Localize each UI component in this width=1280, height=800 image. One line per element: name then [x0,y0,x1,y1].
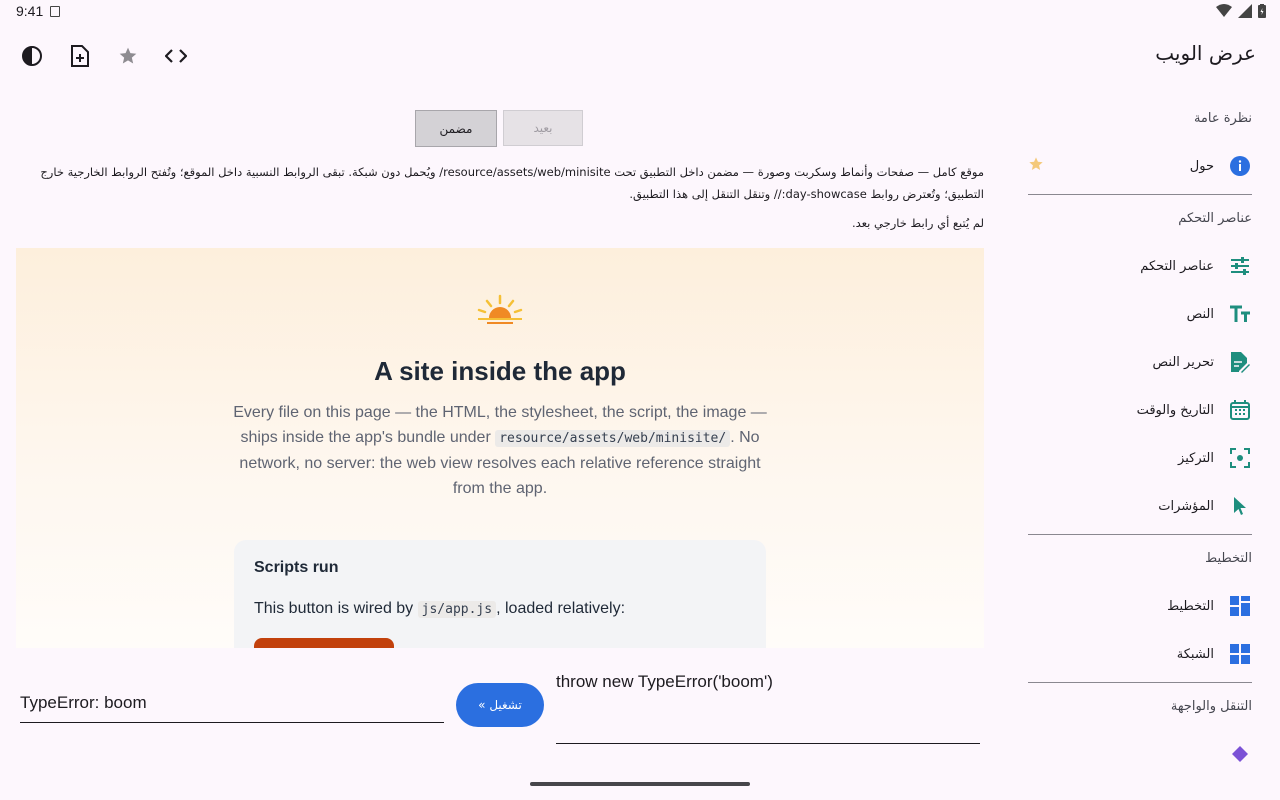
code-value: throw new TypeError('boom') [556,672,773,691]
asset-path-code: resource/assets/web/minisite/ [495,430,731,447]
sidebar-item-grid[interactable]: الشبكة [1028,630,1252,678]
divider [1028,682,1252,683]
sidebar-item-label: تحرير النص [1152,354,1214,370]
sidebar-item-label: التخطيط [1167,598,1214,614]
status-bar: 9:41 [0,0,1280,24]
sidebar-item-label: التركيز [1178,450,1214,466]
status-time: 9:41 [16,3,44,19]
sidebar-item-label: الشبكة [1176,646,1214,662]
card-text-start: This button is wired by [254,600,414,617]
sidebar-item-about[interactable]: حول [1028,142,1252,190]
diamond-icon [1228,742,1252,766]
web-view[interactable]: A site inside the app Every file on this… [16,248,984,648]
web-script-button[interactable] [254,638,394,648]
output-value: TypeError: boom [20,693,147,712]
sidebar-item-text-editing[interactable]: تحرير النص [1028,338,1252,386]
sidebar-item-label: المؤشرات [1158,498,1214,514]
sidebar-item-pointers[interactable]: المؤشرات [1028,482,1252,530]
section-title-overview: نظرة عامة [1193,111,1252,126]
gesture-handle[interactable] [530,782,750,786]
section-title-controls: عناصر التحكم [1178,211,1252,226]
cell-signal-icon [1238,4,1252,18]
web-lead-paragraph: Every file on this page — the HTML, the … [225,400,775,501]
sidebar-item-focus[interactable]: التركيز [1028,434,1252,482]
sidebar-item-label: حول [1189,158,1214,174]
sliders-icon [1228,254,1252,278]
theme-toggle-icon[interactable] [20,44,44,68]
pointer-icon [1228,494,1252,518]
embedded-button[interactable]: مضمن [415,110,497,147]
text-size-icon [1228,302,1252,326]
sidebar-item-navigation[interactable] [1028,730,1252,776]
sidebar-item-label: عناصر التحكم [1140,258,1214,274]
focus-icon [1228,446,1252,470]
divider [1028,534,1252,535]
favorite-star-icon[interactable] [1028,156,1044,176]
wifi-icon [1216,4,1232,17]
new-document-icon[interactable] [68,44,92,68]
run-button[interactable]: تشغيل » [456,683,544,727]
description-text: موقع كامل — صفحات وأنماط وسكربت وصورة — … [40,165,984,201]
star-icon[interactable] [116,44,140,68]
sidebar-item-label: النص [1186,306,1214,322]
card-title: Scripts run [254,559,339,576]
navigation-drawer: نظرة عامة حول عناصر التحكم عناصر التحكم … [1028,96,1252,776]
card-text-end: , loaded relatively: [496,600,626,617]
script-path-code: js/app.js [417,601,497,618]
sidebar-item-label: التاريخ والوقت [1136,402,1214,418]
code-icon[interactable] [164,44,188,68]
divider [1028,194,1252,195]
sim-icon [50,6,60,17]
page-title: عرض الويب [1155,41,1256,65]
section-title-layout: التخطيط [1205,551,1252,566]
sidebar-item-text[interactable]: النص [1028,290,1252,338]
edit-document-icon [1228,350,1252,374]
grid-icon [1228,642,1252,666]
top-app-bar: عرض الويب [0,32,1280,80]
sidebar-item-layout[interactable]: التخطيط [1028,582,1252,630]
layout-icon [1228,594,1252,618]
info-icon [1228,154,1252,178]
status-icons [1216,4,1266,18]
code-input[interactable]: throw new TypeError('boom') [556,664,980,744]
scripts-card: Scripts run This button is wired by js/a… [234,540,766,648]
section-title-navigation: التنقل والواجهة [1170,699,1252,714]
web-heading: A site inside the app [374,356,626,386]
sidebar-item-controls[interactable]: عناصر التحكم [1028,242,1252,290]
output-field[interactable]: TypeError: boom [20,680,444,723]
sunrise-icon [477,294,523,324]
mode-button-row: مضمن بعيد [415,110,583,147]
sidebar-item-date-time[interactable]: التاريخ والوقت [1028,386,1252,434]
remote-button[interactable]: بعيد [503,110,583,146]
battery-icon [1258,4,1266,18]
external-link-status: لم يُتبع أي رابط خارجي بعد. [851,216,984,230]
calendar-icon [1228,398,1252,422]
card-text: This button is wired by js/app.js, loade… [254,600,625,618]
